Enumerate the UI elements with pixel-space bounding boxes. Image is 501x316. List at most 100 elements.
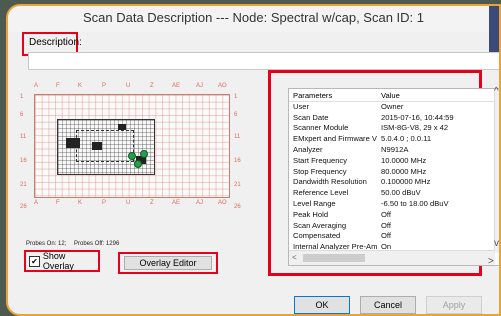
show-overlay-checkbox[interactable]: ✔ Show Overlay (24, 250, 100, 272)
map-column-label: AJ (196, 200, 204, 206)
parameter-name: Level Range (293, 199, 336, 208)
parameter-row[interactable]: Scanner Module ISM-8G-V8, 29 x 42 (289, 123, 495, 133)
parameter-value: -6.50 to 18.00 dBuV (381, 199, 449, 208)
active-probe-marker (128, 152, 136, 160)
map-row-label: 6 (20, 112, 24, 118)
map-column-label: F (56, 200, 60, 206)
parameter-value: 10.0000 MHz (381, 155, 427, 165)
show-overlay-label: Show Overlay (42, 251, 74, 271)
parameter-row[interactable]: Stop Frequency 80.0000 MHz (289, 167, 495, 177)
map-column-label: U (126, 83, 131, 89)
parameter-value: Off (381, 209, 391, 219)
pcb-component (92, 142, 102, 150)
map-column-labels-bottom: A F K P U Z AE AJ AO (26, 200, 236, 210)
map-column-label: U (126, 200, 131, 206)
parameter-name: Stop Frequency (293, 166, 347, 176)
horizontal-scroll-thumb[interactable] (303, 254, 365, 262)
parameter-row[interactable]: User Owner (289, 102, 495, 112)
map-row-label: 21 (20, 182, 27, 188)
map-row-label: 16 (20, 158, 27, 164)
window-title: Scan Data Description --- Node: Spectral… (8, 6, 499, 32)
parameter-name: Scan Averaging (293, 220, 347, 230)
cancel-button[interactable]: Cancel (360, 296, 416, 314)
parameter-name: Scan Date (293, 112, 329, 122)
map-row-label: 26 (234, 204, 241, 210)
map-row-label: 1 (20, 94, 24, 100)
parameter-row[interactable]: Peak Hold Off (289, 210, 495, 220)
vertical-scrollbar[interactable]: ^ v (494, 89, 499, 253)
overlay-editor-highlight: Overlay Editor (118, 252, 218, 274)
parameters-table[interactable]: Parameters Value User Owner Scan Date 2015-07… (288, 88, 499, 266)
parameter-value: 2015-07-16, 10:44:59 (381, 112, 454, 122)
probes-off-count: Probes Off: 1296 (74, 241, 120, 247)
parameter-row[interactable]: Compensated Off (289, 231, 495, 241)
parameter-value: Off (381, 231, 391, 241)
active-probe-marker (140, 150, 148, 158)
value-column-header: Value (381, 91, 400, 100)
parameter-row[interactable]: Dandwidth Resolution 0.100000 MHz (289, 177, 495, 187)
parameter-row[interactable]: Scan Date 2015-07-16, 10:44:59 (289, 113, 495, 123)
chevron-right-icon[interactable]: > (488, 256, 494, 267)
parameter-name: Dandwidth Resolution (293, 177, 367, 187)
parameter-name: EMxpert and Firmware V... (293, 134, 377, 144)
probe-map: A F K P U Z AE AJ AO A F K P U Z AE AJ AO 1 1 6 6 11 11 16 16 21… (20, 83, 241, 247)
parameter-value: Off (381, 220, 391, 230)
parameter-value: 0.100000 MHz (381, 177, 431, 187)
map-column-labels-top: A F K P U Z AE AJ AO (26, 83, 236, 93)
parameter-value: N9912A (381, 145, 409, 154)
map-row-label: 11 (234, 134, 241, 140)
parameter-name: Analyzer (293, 145, 323, 154)
parameter-value: 5.0.4.0 ; 0.0.11 (381, 134, 432, 144)
map-column-label: AO (218, 200, 227, 206)
pcb-component (118, 124, 126, 130)
parameter-row[interactable]: Analyzer N9912A (289, 145, 495, 155)
horizontal-scrollbar[interactable]: < (289, 250, 495, 265)
parameter-name: Peak Hold (293, 209, 329, 219)
map-row-label: 11 (20, 134, 27, 140)
parameter-row[interactable]: Scan Averaging Off (289, 221, 495, 231)
pcb-board-image (57, 119, 155, 175)
active-probe-marker (134, 160, 142, 168)
apply-button[interactable]: Apply (426, 296, 482, 314)
parameter-value: ISM-8G-V8, 29 x 42 (381, 123, 449, 133)
parameter-row[interactable]: Reference Level 50.00 dBuV (289, 188, 495, 198)
map-column-label: P (102, 200, 107, 206)
chevron-down-icon[interactable]: v (494, 238, 499, 249)
parameter-value: Owner (381, 101, 404, 111)
map-column-label: P (102, 83, 107, 89)
pcb-outline (76, 130, 134, 162)
map-column-label: A (34, 83, 39, 89)
map-row-label: 26 (20, 204, 27, 210)
parameter-row[interactable]: EMxpert and Firmware V... 5.0.4.0 ; 0.0.1… (289, 134, 495, 144)
map-column-label: A (34, 200, 39, 206)
map-row-label: 21 (234, 182, 241, 188)
probes-on-count: Probes On: 12; (26, 241, 67, 247)
parameter-row[interactable]: Start Frequency 10.0000 MHz (289, 156, 495, 166)
parameter-value: 50.00 dBuV (381, 188, 421, 198)
map-row-label: 1 (234, 94, 238, 100)
parameter-value: 80.0000 MHz (381, 166, 427, 176)
map-column-label: AE (172, 83, 181, 89)
parameter-row[interactable]: Level Range -6.50 to 18.00 dBuV (289, 199, 495, 209)
parameter-name: Reference Level (293, 188, 349, 198)
map-column-label: AE (172, 200, 181, 206)
ok-button[interactable]: OK (294, 296, 350, 314)
scan-description-dialog: Scan Data Description --- Node: Spectral… (6, 4, 501, 316)
map-row-label: 16 (234, 158, 241, 164)
parameter-name: Start Frequency (293, 155, 348, 165)
map-column-label: AO (218, 83, 227, 89)
probe-grid[interactable] (34, 94, 230, 198)
parameters-header[interactable]: Parameters Value (289, 91, 495, 102)
parameter-name: Compensated (293, 231, 341, 241)
map-column-label: Z (150, 200, 154, 206)
map-column-label: AJ (196, 83, 204, 89)
map-column-label: K (78, 83, 83, 89)
description-input[interactable] (28, 52, 499, 70)
checkbox-checkmark-icon[interactable]: ✔ (29, 255, 40, 267)
map-column-label: F (56, 83, 60, 89)
parameters-column-header: Parameters (293, 91, 333, 100)
chevron-up-icon[interactable]: ^ (494, 86, 499, 97)
overlay-editor-button[interactable]: Overlay Editor (124, 256, 212, 270)
scroll-left-icon[interactable]: < (292, 251, 297, 265)
parameter-name: Scanner Module (293, 123, 349, 133)
